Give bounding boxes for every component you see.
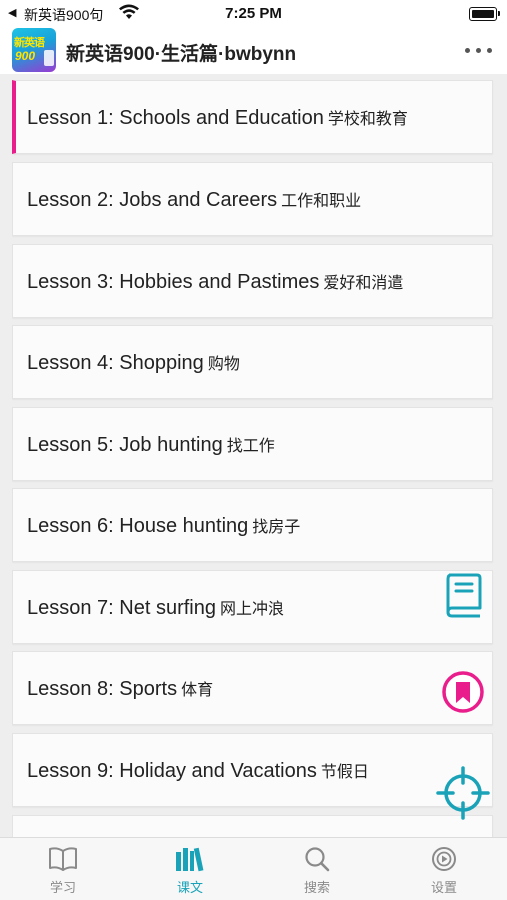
tab-study[interactable]: 学习 [0,838,126,900]
lesson-label: Lesson 8: Sports 体育 [27,676,213,701]
logo-text-2: 900 [15,49,36,63]
lesson-label: Lesson 4: Shopping 购物 [27,350,240,375]
lesson-item[interactable]: Lesson 1: Schools and Education 学校和教育 [12,80,493,154]
more-dot-icon [476,48,481,53]
logo-text-1: 新英语 [14,37,45,49]
lesson-item[interactable]: Lesson 4: Shopping 购物 [12,325,493,399]
lesson-item[interactable]: Lesson 5: Job hunting 找工作 [12,407,493,481]
lesson-title-en: Lesson 4: Shopping [27,352,204,374]
status-time: 7:25 PM [225,5,282,22]
lesson-title-cn: 找房子 [252,519,301,536]
lesson-title-cn: 购物 [207,356,240,373]
lesson-title-en: Lesson 6: House hunting [27,515,249,537]
lesson-label: Lesson 7: Net surfing 网上冲浪 [27,595,284,620]
lesson-title-en: Lesson 2: Jobs and Careers [27,189,278,211]
lesson-label: Lesson 9: Holiday and Vacations 节假日 [27,758,369,783]
book-icon[interactable] [442,572,484,618]
lesson-title-cn: 找工作 [226,438,275,455]
lesson-title-en: Lesson 5: Job hunting [27,434,223,456]
lesson-label: Lesson 5: Job hunting 找工作 [27,432,275,457]
lesson-item[interactable]: Lesson 8: Sports 体育 [12,651,493,725]
tab-search-label: 搜索 [303,880,330,895]
lesson-label: Lesson 2: Jobs and Careers 工作和职业 [27,187,361,212]
lesson-title-en: Lesson 9: Holiday and Vacations [27,760,317,782]
books-icon [176,847,204,872]
lesson-title-cn: 网上冲浪 [220,601,285,618]
lesson-label: Lesson 3: Hobbies and Pastimes 爱好和消遣 [27,269,403,294]
battery-icon [469,7,500,21]
more-dot-icon [487,48,492,53]
lesson-item[interactable]: Lesson 6: House hunting 找房子 [12,488,493,562]
lesson-list[interactable]: Lesson 1: Schools and Education 学校和教育 Les… [12,80,495,840]
lesson-item[interactable]: Lesson 7: Net surfing 网上冲浪 [12,570,493,644]
tab-texts-label: 课文 [176,880,203,895]
lesson-title-en: Lesson 7: Net surfing [27,597,216,619]
more-options-button[interactable] [465,40,493,60]
bookmark-icon[interactable] [441,670,485,714]
search-icon [305,847,330,872]
tab-texts[interactable]: 课文 [127,838,253,900]
tab-settings-label: 设置 [430,880,457,895]
app-header: 新英语 900 新英语900·生活篇·bwbynn [0,28,507,74]
settings-icon [432,847,456,871]
tab-bar: 学习 课文 搜索 设置 [0,837,507,900]
app-title: 新英语900·生活篇·bwbynn [66,44,297,65]
tab-study-label: 学习 [49,880,76,895]
lesson-item[interactable]: Lesson 3: Hobbies and Pastimes 爱好和消遣 [12,244,493,318]
lesson-label: Lesson 1: Schools and Education 学校和教育 [27,105,408,130]
lesson-title-cn: 工作和职业 [281,193,362,210]
crosshair-icon[interactable] [436,766,490,820]
status-bar: ◀ 新英语900句 7:25 PM [0,0,507,28]
app-logo: 新英语 900 [12,28,56,72]
lesson-title-cn: 节假日 [320,764,369,781]
lesson-title-cn: 爱好和消遣 [323,275,404,292]
lesson-item[interactable]: Lesson 2: Jobs and Careers 工作和职业 [12,162,493,236]
tab-search[interactable]: 搜索 [254,838,380,900]
lesson-title-en: Lesson 8: Sports [27,678,178,700]
more-dot-icon [465,48,470,53]
lesson-item[interactable]: Lesson 9: Holiday and Vacations 节假日 [12,733,493,807]
lesson-label: Lesson 6: House hunting 找房子 [27,513,300,538]
lesson-title-en: Lesson 1: Schools and Education [27,107,324,129]
lesson-title-en: Lesson 3: Hobbies and Pastimes [27,271,320,293]
tab-settings[interactable]: 设置 [381,838,507,900]
logo-book-icon [44,50,54,66]
open-book-icon [49,847,77,871]
lesson-title-cn: 学校和教育 [327,111,408,128]
lesson-title-cn: 体育 [181,682,214,699]
